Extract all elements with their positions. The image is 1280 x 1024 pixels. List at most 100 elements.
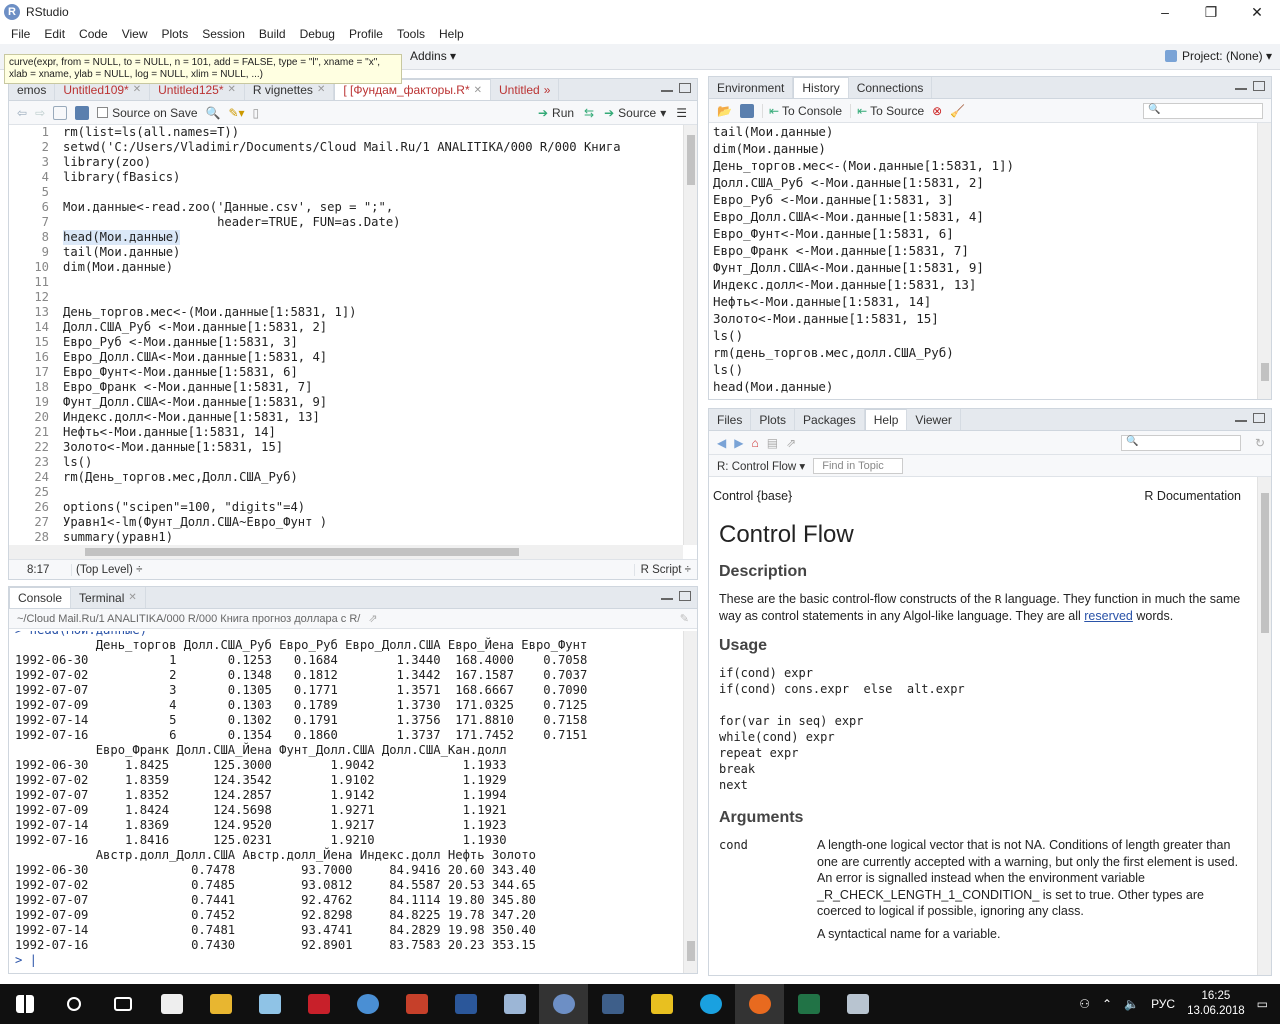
scroll-thumb[interactable] <box>1261 363 1269 381</box>
history-search-input[interactable]: 🔍 <box>1143 102 1263 119</box>
history-list[interactable]: tail(Мои.данные) dim(Мои.данные) День_торг… <box>709 123 1257 399</box>
close-button[interactable]: ✕ <box>1234 0 1280 24</box>
history-entry[interactable]: dim(Мои.данные) <box>709 140 1257 157</box>
tab-untitled[interactable]: Untitled » <box>491 79 560 100</box>
tab-plots[interactable]: Plots <box>751 409 796 430</box>
history-entry[interactable]: rm(день_торгов.мес,долл.США_Руб) <box>709 344 1257 361</box>
taskbar-app[interactable] <box>343 984 392 1024</box>
scroll-thumb[interactable] <box>687 135 695 185</box>
to-console-button[interactable]: ⇤ To Console <box>761 103 842 118</box>
save-icon[interactable] <box>75 105 90 120</box>
tab-packages[interactable]: Packages <box>795 409 865 430</box>
source-button[interactable]: ➔ Source ▾ <box>604 106 666 120</box>
start-button[interactable] <box>0 984 49 1024</box>
taskbar-app[interactable] <box>490 984 539 1024</box>
maximize-pane-icon[interactable] <box>679 83 691 93</box>
compile-report-icon[interactable]: ▯ <box>253 106 260 120</box>
close-tab-icon[interactable]: ✕ <box>317 84 325 95</box>
source-on-save-checkbox[interactable]: Source on Save <box>97 106 198 120</box>
code-editor[interactable]: 1 rm(list=ls(all.names=T)) 2 setwd('C:/User… <box>9 125 689 553</box>
tab-files[interactable]: Files <box>709 409 752 430</box>
minimize-pane-icon[interactable] <box>1235 88 1247 91</box>
history-vscrollbar[interactable] <box>1257 123 1271 399</box>
taskbar-rstudio[interactable] <box>539 984 588 1024</box>
show-in-window-icon[interactable] <box>53 105 68 120</box>
history-entry[interactable]: Фунт_Долл.США<-Мои.данные[1:5831, 9] <box>709 259 1257 276</box>
help-search-input[interactable]: 🔍 <box>1120 434 1241 451</box>
maximize-pane-icon[interactable] <box>679 591 691 601</box>
history-entry[interactable]: Евро_Фунт<-Мои.данные[1:5831, 6] <box>709 225 1257 242</box>
remove-entry-icon[interactable]: ⊗ <box>932 104 942 118</box>
search-icon[interactable]: 🔍 <box>206 106 221 120</box>
history-entry[interactable]: Евро_Руб <-Мои.данные[1:5831, 3] <box>709 191 1257 208</box>
history-entry[interactable]: Золото<-Мои.данные[1:5831, 15] <box>709 310 1257 327</box>
console-vscrollbar[interactable] <box>683 631 697 973</box>
history-entry[interactable]: head(Мои.данные) <box>709 378 1257 395</box>
history-entry[interactable]: Индекс.долл<-Мои.данные[1:5831, 13] <box>709 276 1257 293</box>
taskbar-app[interactable] <box>294 984 343 1024</box>
file-type-selector[interactable]: R Script ÷ <box>633 563 697 576</box>
clear-history-icon[interactable]: 🧹 <box>950 104 965 118</box>
menu-help[interactable]: Help <box>432 27 471 41</box>
menu-view[interactable]: View <box>115 27 155 41</box>
tab-viewer[interactable]: Viewer <box>907 409 961 430</box>
history-entry[interactable]: Евро_Франк <-Мои.данные[1:5831, 7] <box>709 242 1257 259</box>
more-tabs-icon[interactable]: » <box>544 83 551 97</box>
task-view[interactable] <box>98 984 147 1024</box>
volume-icon[interactable]: 🔈 <box>1124 997 1139 1011</box>
hscroll-thumb[interactable] <box>85 548 519 556</box>
reserved-link[interactable]: reserved <box>1084 609 1133 623</box>
taskbar-word[interactable] <box>441 984 490 1024</box>
forward-icon[interactable]: ⇨ <box>35 106 45 120</box>
taskbar-app[interactable] <box>588 984 637 1024</box>
history-entry[interactable]: tail(Мои.данные) <box>709 123 1257 140</box>
history-entry[interactable]: Евро_Долл.США<-Мои.данные[1:5831, 4] <box>709 208 1257 225</box>
close-tab-icon[interactable]: ✕ <box>133 84 141 95</box>
minimize-pane-icon[interactable] <box>661 90 673 93</box>
outline-icon[interactable]: ☰ <box>676 106 687 120</box>
menu-plots[interactable]: Plots <box>155 27 196 41</box>
clear-console-icon[interactable]: ✎ <box>680 612 697 625</box>
taskbar-pdf[interactable] <box>637 984 686 1024</box>
code-tools-icon[interactable]: ✎▾ <box>228 106 244 120</box>
taskbar-app[interactable] <box>833 984 882 1024</box>
history-entry[interactable]: Нефть<-Мои.данные[1:5831, 14] <box>709 293 1257 310</box>
editor-vscrollbar[interactable] <box>683 125 697 545</box>
input-language[interactable]: РУС <box>1151 997 1175 1011</box>
restore-button[interactable]: ❐ <box>1188 0 1234 24</box>
save-history-icon[interactable] <box>739 103 754 118</box>
minimize-button[interactable]: – <box>1142 0 1188 24</box>
taskbar-skype[interactable] <box>686 984 735 1024</box>
tab-terminal[interactable]: Terminal ✕ <box>71 587 146 608</box>
menu-session[interactable]: Session <box>195 27 252 41</box>
scope-indicator[interactable]: (Top Level) ÷ <box>71 563 142 576</box>
taskbar-excel[interactable] <box>784 984 833 1024</box>
taskbar-explorer[interactable] <box>196 984 245 1024</box>
help-vscrollbar[interactable] <box>1257 477 1271 975</box>
tab-connections[interactable]: Connections <box>849 77 933 98</box>
taskbar-firefox[interactable] <box>735 984 784 1024</box>
menu-build[interactable]: Build <box>252 27 293 41</box>
go-to-directory-icon[interactable]: ⇗ <box>368 612 377 625</box>
history-entry[interactable]: День_торгов.мес<-(Мои.данные[1:5831, 1]) <box>709 157 1257 174</box>
menu-file[interactable]: File <box>4 27 37 41</box>
taskbar-app[interactable] <box>392 984 441 1024</box>
close-tab-icon[interactable]: ✕ <box>228 84 236 95</box>
run-button[interactable]: ➔ Run <box>538 106 574 120</box>
topic-selector[interactable]: R: Control Flow ▾ <box>717 459 805 473</box>
refresh-icon[interactable]: ↻ <box>1255 436 1271 450</box>
maximize-pane-icon[interactable] <box>1253 413 1265 423</box>
minimize-pane-icon[interactable] <box>661 598 673 601</box>
find-in-topic-input[interactable]: Find in Topic <box>813 457 904 474</box>
history-entry[interactable]: Долл.США_Руб <-Мои.данные[1:5831, 2] <box>709 174 1257 191</box>
home-icon[interactable]: ⌂ <box>751 436 758 450</box>
people-icon[interactable]: ⚇ <box>1079 997 1090 1011</box>
to-source-button[interactable]: ⇤ To Source <box>850 103 924 118</box>
history-entry[interactable]: ls() <box>709 327 1257 344</box>
history-entry[interactable]: ls() <box>709 361 1257 378</box>
rerun-icon[interactable]: ⇆ <box>584 106 594 120</box>
menu-tools[interactable]: Tools <box>390 27 432 41</box>
forward-icon[interactable]: ▶ <box>734 436 743 450</box>
scroll-thumb[interactable] <box>1261 493 1269 633</box>
maximize-pane-icon[interactable] <box>1253 81 1265 91</box>
